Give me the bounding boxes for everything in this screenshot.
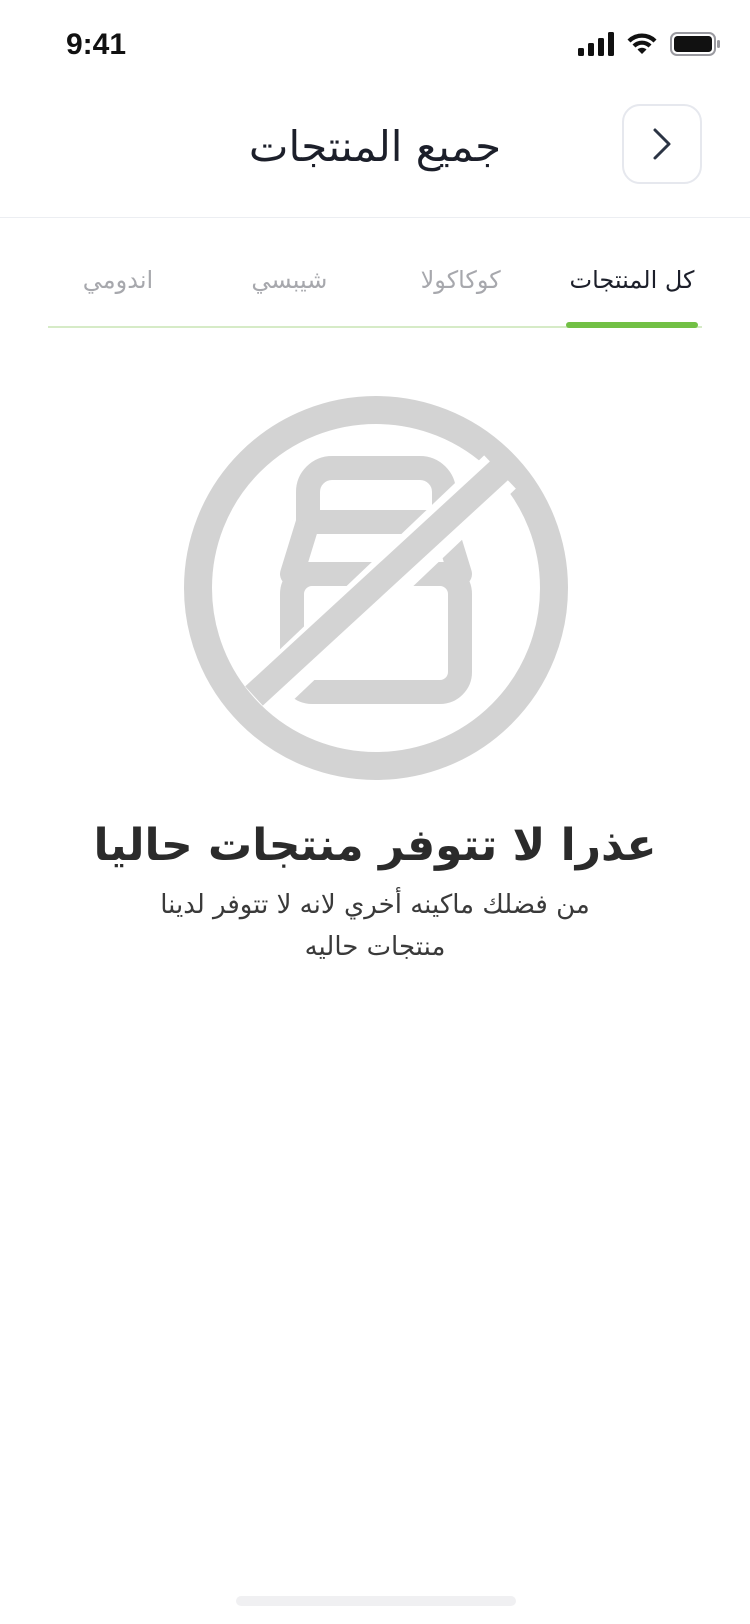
battery-icon [670,32,720,56]
tab-indomie[interactable]: اندومي [48,248,188,326]
tab-all-products[interactable]: كل المنتجات [562,248,702,328]
status-bar: 9:41 [0,0,750,96]
status-icons [578,32,720,56]
screen: 9:41 جميع المنتجات كل المنتجات كوكاكولا … [0,0,750,1624]
no-products-icon [184,396,568,780]
tab-chipsy[interactable]: شيبسي [219,248,359,326]
empty-state-title: عذرا لا تتوفر منتجات حاليا [93,820,657,871]
status-time: 9:41 [66,28,127,61]
category-tabs: كل المنتجات كوكاكولا شيبسي اندومي [48,248,702,328]
back-button[interactable] [622,104,702,184]
app-header: جميع المنتجات [0,96,750,218]
empty-state-message: من فضلك ماكينه أخري لانه لا تتوفر لدينا … [160,890,590,962]
wifi-icon [627,33,657,54]
signal-icon [578,32,614,56]
chevron-right-icon [653,128,671,160]
tab-cocacola[interactable]: كوكاكولا [391,248,531,326]
home-indicator [236,1596,516,1606]
